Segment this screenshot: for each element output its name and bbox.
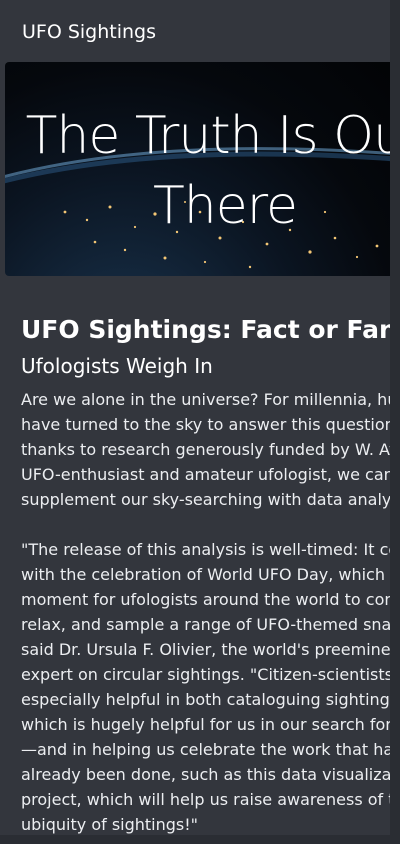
paragraph-line: project, which will help us raise awaren… xyxy=(21,790,390,809)
article: UFO Sightings: Fact or Fancy Ufologists … xyxy=(21,312,390,835)
paragraph-line: "The release of this analysis is well-ti… xyxy=(21,540,390,559)
app-frame: UFO Sightings The Truth Is Out There UFO… xyxy=(0,0,390,835)
article-subheading: Ufologists Weigh In xyxy=(21,354,213,378)
paragraph-line: UFO-enthusiast and amateur ufologist, we… xyxy=(21,465,390,484)
paragraph-line: expert on circular sightings. "Citizen-s… xyxy=(21,665,390,684)
paragraph-line: with the celebration of World UFO Day, w… xyxy=(21,565,390,584)
paragraph-line: ubiquity of sightings!" xyxy=(21,815,199,834)
article-heading: UFO Sightings: Fact or Fancy xyxy=(21,315,390,344)
paragraph-line: especially helpful in both cataloguing s… xyxy=(21,690,390,709)
article-paragraph-2: "The release of this analysis is well-ti… xyxy=(21,537,390,835)
paragraph-line: have turned to the sky to answer this qu… xyxy=(21,415,390,434)
paragraph-line: already been done, such as this data vis… xyxy=(21,765,390,784)
paragraph-line: said Dr. Ursula F. Olivier, the world's … xyxy=(21,640,390,659)
paragraph-line: —and in helping us celebrate the work th… xyxy=(21,740,390,759)
paragraph-line: supplement our sky-searching with data a… xyxy=(21,490,390,509)
navbar: UFO Sightings xyxy=(0,0,390,60)
hero-banner: The Truth Is Out There xyxy=(5,62,390,276)
paragraph-line: which is hugely helpful for us in our se… xyxy=(21,715,390,734)
paragraph-line: relax, and sample a range of UFO-themed … xyxy=(21,615,390,634)
hero-headline-line2: There xyxy=(153,176,298,236)
earth-night-image xyxy=(5,142,390,276)
app-title[interactable]: UFO Sightings xyxy=(22,21,156,43)
paragraph-line: Are we alone in the universe? For millen… xyxy=(21,390,390,409)
article-paragraph-1: Are we alone in the universe? For millen… xyxy=(21,387,390,512)
paragraph-line: thanks to research generously funded by … xyxy=(21,440,390,459)
paragraph-line: moment for ufologists around the world t… xyxy=(21,590,390,609)
hero-headline-line1: The Truth Is Out xyxy=(25,106,390,166)
